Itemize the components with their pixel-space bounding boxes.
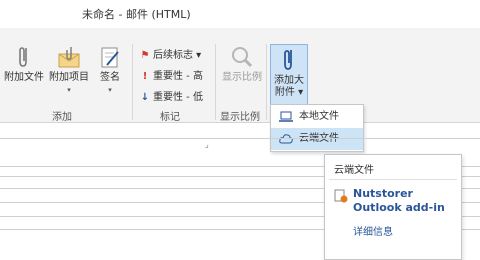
paperclip-icon — [284, 50, 292, 70]
divider — [329, 179, 457, 180]
exclamation-icon: ! — [142, 71, 148, 82]
attach-item-label: 附加项目 — [49, 72, 89, 83]
zoom-button[interactable]: 显示比例 — [218, 44, 266, 84]
add-big-attachment-label-1: 添加大 — [274, 75, 304, 86]
attach-file-label: 附加文件 — [4, 72, 44, 83]
attach-item-button[interactable]: 附加项目 ▾ — [46, 44, 92, 96]
signature-label: 签名 — [100, 72, 120, 83]
window-title: 未命名 - 邮件 (HTML) — [82, 8, 191, 21]
group-separator — [132, 44, 133, 120]
attach-file-button[interactable]: 附加文件 — [2, 44, 46, 84]
signature-button[interactable]: 签名 ▾ — [95, 44, 125, 96]
zoom-label: 显示比例 — [222, 72, 262, 83]
followup-label: 后续标志 ▾ — [153, 50, 202, 61]
group-separator — [266, 44, 267, 120]
group-label-zoom: 显示比例 — [220, 112, 260, 123]
importance-low-label: 重要性 - 低 — [153, 92, 203, 103]
add-big-attachment-button[interactable]: 添加大 附件 ▾ — [270, 44, 308, 106]
importance-high-label: 重要性 - 高 — [153, 71, 203, 82]
chevron-down-icon: ▾ — [67, 86, 71, 94]
addin-gear-icon — [334, 189, 348, 203]
dialog-launcher-icon[interactable]: ⌟ — [205, 140, 209, 149]
envelope-clip-icon — [58, 47, 80, 68]
menu-item-label: 云端文件 — [299, 128, 339, 150]
followup-button[interactable]: ⚑ 后续标志 ▾ — [140, 46, 202, 61]
group-label-add: 添加 — [52, 112, 72, 123]
laptop-icon — [279, 111, 293, 122]
ribbon: 附加文件 附加项目 ▾ 签名 ▾ 添加 ⚑ 后续标志 ▾ ! 重要性 - 高 ↓ 重要… — [0, 28, 480, 149]
addin-name: Nutstorer Outlook add-in — [353, 187, 445, 214]
paperclip-icon — [19, 47, 27, 67]
more-info-link[interactable]: 详细信息 — [353, 223, 393, 238]
importance-high-button[interactable]: ! 重要性 - 高 — [140, 67, 203, 82]
menu-item-local-file[interactable]: 本地文件 — [271, 106, 363, 128]
menu-item-cloud-file[interactable]: 云端文件 — [271, 128, 363, 150]
magnifier-icon — [232, 47, 253, 68]
menu-item-label: 本地文件 — [299, 111, 339, 122]
attachment-dropdown-menu: 本地文件 云端文件 — [270, 104, 364, 152]
cloud-file-tooltip: 云端文件 Nutstorer Outlook add-in 详细信息 — [324, 154, 462, 260]
tooltip-title: 云端文件 — [334, 165, 374, 176]
title-bar: 未命名 - 邮件 (HTML) — [0, 0, 480, 28]
add-big-attachment-label-2: 附件 ▾ — [274, 87, 304, 98]
arrow-down-icon: ↓ — [140, 92, 150, 103]
group-label-tags: 标记 — [160, 112, 180, 123]
signature-icon — [101, 47, 119, 68]
divider — [0, 138, 480, 139]
importance-low-button[interactable]: ↓ 重要性 - 低 — [140, 88, 203, 103]
group-separator — [215, 44, 216, 120]
chevron-down-icon: ▾ — [108, 86, 112, 94]
flag-icon: ⚑ — [140, 50, 150, 61]
cloud-icon — [279, 134, 293, 144]
